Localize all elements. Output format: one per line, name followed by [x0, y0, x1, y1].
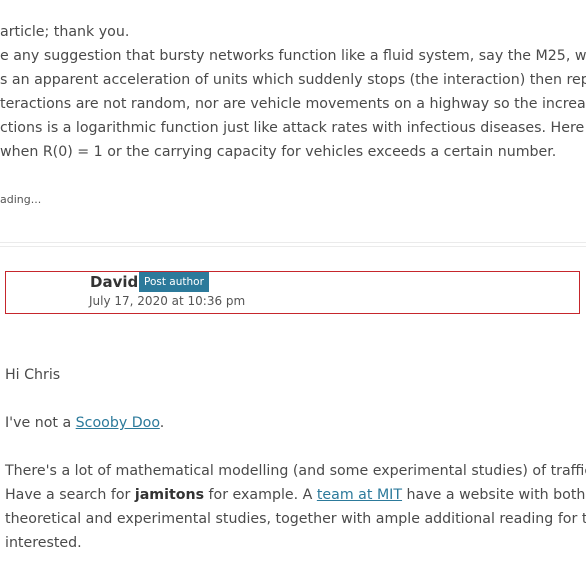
reply-greeting: Hi Chris [5, 367, 61, 383]
reply-text: for example. A [204, 487, 317, 503]
comments-viewport: article; thank you. e any suggestion tha… [0, 0, 586, 586]
reply-paragraph-line: Have a search for jamitons for example. … [5, 483, 586, 507]
previous-comment-line: s an apparent acceleration of units whic… [0, 72, 586, 88]
comment-separator [0, 242, 586, 243]
previous-comment-line: article; thank you. [0, 24, 130, 40]
reply-paragraph-line-cut: ... ... ... ... ... ... ... ... ... ... … [5, 578, 585, 586]
reply-paragraph-line: There's a lot of mathematical modelling … [5, 463, 586, 479]
post-author-badge: Post author [139, 272, 209, 292]
comment-meta-box: David Post author July 17, 2020 at 10:36… [5, 271, 580, 314]
reply-text: . [159, 415, 165, 431]
likes-loading-text: ading... [0, 193, 42, 206]
previous-comment-line: e any suggestion that bursty networks fu… [0, 48, 586, 64]
reply-text: I've not a [5, 415, 76, 431]
reply-cut-text: ... ... ... ... ... ... ... ... ... ... … [5, 578, 585, 586]
reply-paragraph-line: interested. [5, 535, 82, 551]
comment-author-name[interactable]: David [90, 273, 138, 291]
comment-separator [0, 246, 586, 247]
scooby-doo-link[interactable]: Scooby Doo [76, 415, 160, 431]
previous-comment-line: when R(0) = 1 or the carrying capacity f… [0, 144, 557, 160]
reply-text: Have a search for [5, 487, 135, 503]
previous-comment-line: teractions are not random, nor are vehic… [0, 96, 586, 112]
team-at-mit-link[interactable]: team at MIT [317, 487, 402, 503]
previous-comment-line: ctions is a logarithmic function just li… [0, 120, 586, 136]
comment-date-link[interactable]: July 17, 2020 at 10:36 pm [89, 294, 245, 308]
jamitons-bold-text: jamitons [134, 487, 205, 503]
reply-text: have a website with both their [406, 487, 586, 503]
reply-paragraph-line: theoretical and experimental studies, to… [5, 511, 586, 527]
reply-paragraph: I've not a Scooby Doo. [5, 411, 164, 435]
